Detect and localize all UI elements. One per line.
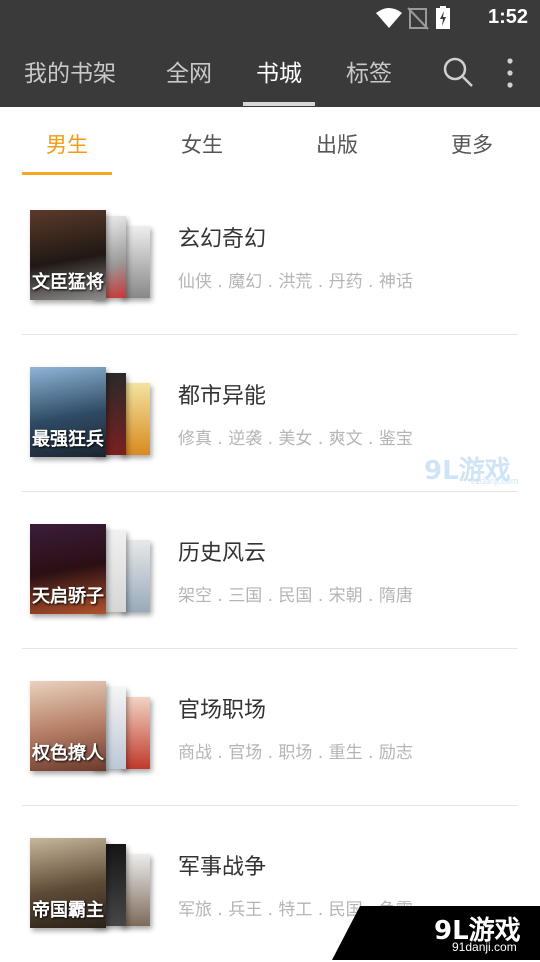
cover-stack: 文臣猛将 (30, 210, 154, 302)
book-cover: 权色撩人 (30, 681, 106, 771)
tab-publish[interactable]: 出版 (316, 129, 358, 159)
top-nav: 我的书架 全网 书城 标签 (0, 36, 540, 107)
status-time: 1:52 (487, 6, 528, 28)
book-cover: 文臣猛将 (30, 210, 106, 300)
genre-title: 都市异能 (178, 384, 267, 409)
corner-watermark-site: 91danji.com (452, 940, 517, 954)
wifi-icon (376, 8, 402, 28)
genre-tags: 商战 . 官场 . 职场 . 重生 . 励志 (178, 743, 413, 763)
tab-more[interactable]: 更多 (451, 129, 493, 159)
cover-stack: 权色撩人 (30, 681, 154, 773)
watermark-logo: 9L游戏 91danji.com (424, 450, 524, 490)
genre-item[interactable]: 文臣猛将 玄幻奇幻 仙侠 . 魔幻 . 洪荒 . 丹药 . 神话 (22, 177, 518, 335)
cover-title: 天启骄子 (32, 586, 104, 607)
cover-stack: 天启骄子 (30, 524, 154, 616)
genre-title: 玄幻奇幻 (178, 227, 267, 252)
tab-bookshelf[interactable]: 我的书架 (24, 54, 116, 88)
active-tab-indicator (243, 102, 315, 106)
genre-item[interactable]: 天启骄子 历史风云 架空 . 三国 . 民国 . 宋朝 . 隋唐 (22, 491, 518, 649)
status-bar: 1:52 (0, 0, 540, 36)
cover-title: 权色撩人 (32, 743, 104, 764)
cover-title: 帝国霸主 (32, 900, 104, 921)
book-cover: 帝国霸主 (30, 838, 106, 928)
book-cover: 最强狂兵 (30, 367, 106, 457)
book-cover: 天启骄子 (30, 524, 106, 614)
tab-male[interactable]: 男生 (46, 129, 88, 159)
search-icon[interactable] (442, 56, 474, 88)
genre-tags: 修真 . 逆袭 . 美女 . 爽文 . 鉴宝 (178, 429, 413, 449)
genre-tags: 架空 . 三国 . 民国 . 宋朝 . 隋唐 (178, 586, 413, 606)
genre-tags: 仙侠 . 魔幻 . 洪荒 . 丹药 . 神话 (178, 272, 413, 292)
watermark-site: 91danji.com (470, 476, 519, 486)
genre-title: 历史风云 (178, 541, 267, 566)
more-menu-icon[interactable] (500, 56, 520, 90)
tab-web[interactable]: 全网 (166, 54, 212, 88)
category-tabs: 男生 女生 出版 更多 (0, 107, 540, 177)
tab-female[interactable]: 女生 (181, 129, 223, 159)
cover-title: 文臣猛将 (32, 272, 104, 293)
tab-bookstore[interactable]: 书城 (256, 54, 302, 88)
genre-item[interactable]: 权色撩人 官场职场 商战 . 官场 . 职场 . 重生 . 励志 (22, 648, 518, 806)
cover-stack: 最强狂兵 (30, 367, 154, 459)
genre-title: 军事战争 (178, 855, 267, 880)
cover-stack: 帝国霸主 (30, 838, 154, 930)
corner-watermark: 9L游戏 91danji.com (332, 906, 540, 960)
genre-title: 官场职场 (178, 698, 267, 723)
category-tab-indicator (22, 172, 112, 175)
status-icons (376, 6, 450, 30)
tab-tags[interactable]: 标签 (346, 54, 392, 88)
cover-title: 最强狂兵 (32, 429, 104, 450)
